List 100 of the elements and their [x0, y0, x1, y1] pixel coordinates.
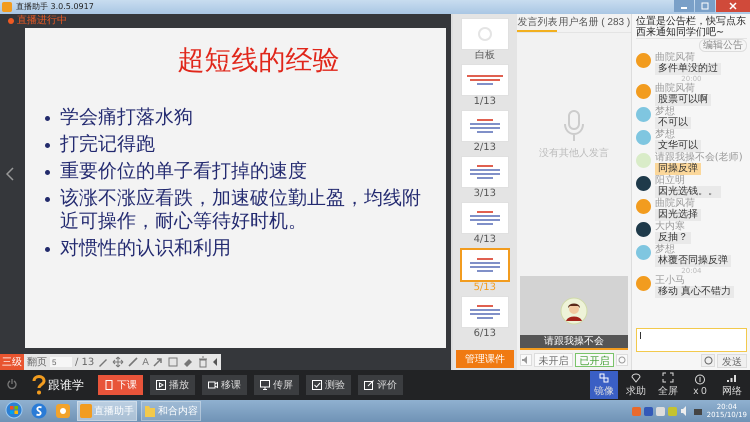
sender-name: 曲院风荷	[654, 52, 695, 63]
send-button[interactable]: 发送	[717, 354, 747, 368]
windows-logo-icon	[5, 401, 23, 419]
mirror-button[interactable]: 镜像	[590, 371, 618, 399]
emoji-button[interactable]	[701, 354, 715, 367]
sender-name: 梦想	[654, 129, 675, 140]
speaker-icon	[522, 356, 530, 364]
folder-icon	[144, 404, 156, 418]
end-icon	[104, 380, 114, 390]
minimize-button[interactable]	[674, 0, 694, 12]
text-tool-button[interactable]: A	[142, 355, 149, 369]
start-button[interactable]	[3, 401, 25, 421]
clear-tool-button[interactable]	[196, 355, 209, 369]
eraser-icon	[182, 356, 194, 368]
message-bubble: 多件单没的过	[654, 63, 721, 75]
play-button[interactable]: 播放	[150, 375, 195, 395]
live-indicator-icon	[8, 18, 14, 24]
power-icon	[6, 378, 18, 390]
message-bubble: 反抽？	[654, 232, 691, 244]
screen-icon	[260, 380, 270, 390]
window-title: 直播助手 3.0.5.0917	[16, 2, 94, 12]
slide-bullet-text: 该涨不涨应看跌，加速破位勤止盈，均线附近可操作，耐心等待好时机。	[60, 187, 422, 233]
slide-bullet-text: 重要价位的单子看打掉的速度	[60, 160, 307, 183]
microphone-icon	[562, 110, 585, 142]
message-bubble: 股票可以啊	[654, 94, 711, 106]
quiz-button[interactable]: 测验	[306, 375, 351, 395]
close-icon	[728, 2, 738, 10]
slide-bullet-text: 打完记得跑	[60, 133, 155, 156]
screen-button[interactable]: 传屏	[254, 375, 299, 395]
question-mark-logo-icon	[32, 375, 46, 395]
line-tool-button[interactable]	[127, 355, 140, 369]
edit-announcement-button[interactable]: 编辑公告	[699, 39, 747, 52]
slide-number: 1/13	[474, 96, 496, 108]
app-icon	[55, 403, 71, 419]
slide-number: 4/13	[474, 234, 496, 246]
fullscreen-button[interactable]: 全屏	[654, 371, 682, 399]
rect-icon	[166, 356, 179, 368]
move-icon	[112, 356, 124, 368]
app-taskbar-icon[interactable]	[53, 401, 73, 421]
coins-button[interactable]: x 0	[686, 371, 714, 399]
slide-number: 2/13	[474, 142, 496, 154]
speaker-icon-button[interactable]	[520, 354, 532, 366]
avatar-icon	[560, 297, 588, 325]
message-bubble: 因光选择	[654, 209, 701, 221]
restore-button[interactable]	[695, 0, 715, 12]
clear-icon	[196, 356, 209, 368]
bullet-dot	[45, 143, 50, 148]
message-input[interactable]	[636, 328, 747, 352]
camera-button[interactable]: 移课	[202, 375, 247, 395]
app-icon	[2, 2, 12, 12]
microphone-toggle-button[interactable]: 未开启	[534, 353, 573, 367]
camera-icon	[208, 380, 218, 390]
page-total: / 13	[75, 356, 94, 368]
app-icon	[80, 404, 92, 418]
logo-text: 跟谁学	[48, 376, 84, 394]
message-bubble: 同操反弹	[654, 163, 701, 175]
slide-number: 白板	[474, 50, 495, 62]
end-button[interactable]: 下课	[98, 375, 143, 395]
live-status: 直播进行中	[17, 15, 67, 27]
mode-button[interactable]: 三级	[0, 354, 24, 370]
page-label: 翻页	[27, 356, 47, 369]
s-logo-icon	[31, 403, 47, 419]
help-button[interactable]: 求助	[622, 371, 650, 399]
browser-taskbar-icon[interactable]	[29, 401, 49, 421]
slide-bullet-text: 对惯性的认识和利用	[60, 237, 231, 260]
presenter-name: 请跟我操不会	[520, 335, 628, 350]
message-bubble: 文华可以	[654, 140, 701, 152]
bullet-dot	[45, 197, 50, 202]
slide-number: 3/13	[474, 188, 496, 200]
sender-name: 曲院风荷	[654, 83, 695, 94]
rect-tool-button[interactable]	[166, 355, 179, 369]
message-bubble: 因光选钱。。	[654, 186, 721, 198]
move-tool-button[interactable]	[112, 355, 124, 369]
fullscreen-icon	[662, 372, 674, 383]
circle-icon	[618, 356, 626, 364]
page-input[interactable]: 5	[50, 357, 72, 367]
bullet-dot	[45, 170, 50, 175]
close-button[interactable]	[716, 0, 750, 12]
slide-bullet-text: 学会痛打落水狗	[60, 106, 193, 129]
line-icon	[127, 356, 140, 368]
manage-slides-button[interactable]: 管理课件	[456, 350, 514, 368]
arrow-icon	[152, 356, 164, 368]
microphone-toggle-button[interactable]: 已开启	[574, 353, 614, 367]
bullet-dot	[45, 116, 50, 121]
caret-left-icon	[212, 358, 218, 366]
sender-name: 大内寒	[654, 221, 685, 232]
quiz-icon	[312, 380, 322, 390]
coins-icon	[694, 374, 706, 384]
settings-button[interactable]	[616, 354, 628, 366]
rate-button[interactable]: 评价	[358, 375, 403, 395]
sender-name: 请跟我操不会(老师)	[654, 152, 743, 163]
message-bubble: 林覆否同操反弹	[654, 255, 731, 267]
slide-thumbnail[interactable]	[460, 248, 510, 282]
sender-name: 阳立明	[654, 175, 685, 186]
pen-icon	[97, 356, 110, 368]
network-button[interactable]: 网络	[718, 371, 746, 399]
panel-tab[interactable]: 用户名册 ( 283 )	[558, 14, 630, 32]
panel-tab[interactable]: 发言列表	[517, 14, 558, 32]
slide-title: 超短线的经验	[176, 44, 340, 78]
maximize-icon	[700, 2, 710, 10]
